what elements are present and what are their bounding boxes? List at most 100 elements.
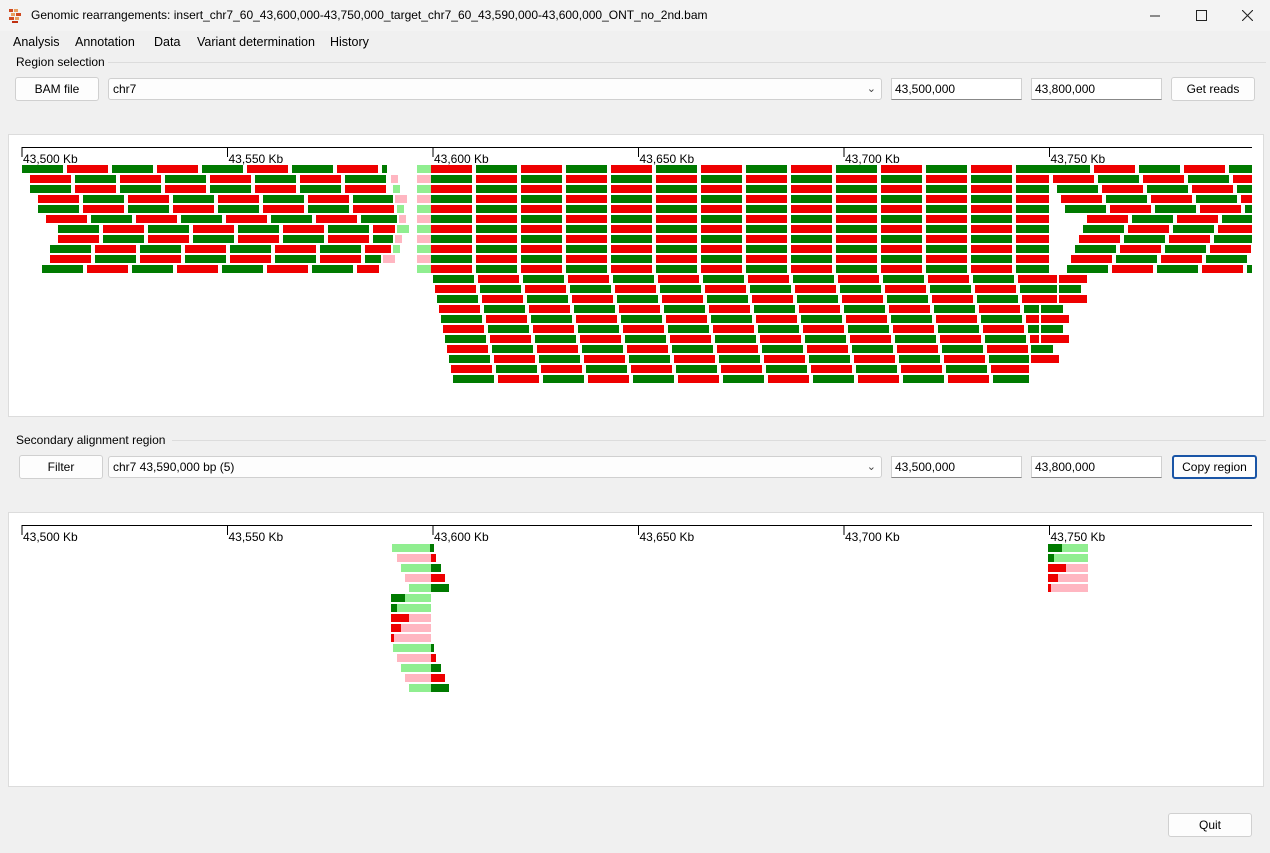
- secondary-region-value: chr7 43,590,000 bp (5): [113, 460, 235, 474]
- read: [361, 215, 397, 223]
- read: [488, 325, 529, 333]
- read: [854, 355, 895, 363]
- read: [701, 165, 742, 173]
- secondary-region-select[interactable]: chr7 43,590,000 bp (5) ⌄: [108, 456, 882, 478]
- read: [946, 365, 987, 373]
- read: [328, 225, 369, 233]
- read: [1173, 225, 1214, 233]
- secondary-reads-track: 43,500 Kb 43,550 Kb 43,600 Kb 43,650 Kb 43,7…: [21, 525, 1252, 692]
- read: [746, 165, 787, 173]
- read: [521, 235, 562, 243]
- end-field[interactable]: 43,800,000: [1031, 78, 1162, 100]
- read: [568, 275, 609, 283]
- read: [987, 345, 1028, 353]
- read: [492, 345, 533, 353]
- get-reads-button[interactable]: Get reads: [1171, 77, 1255, 101]
- read: [439, 305, 480, 313]
- read: [1184, 165, 1225, 173]
- read: [926, 215, 967, 223]
- read: [1124, 235, 1165, 243]
- read: [746, 255, 787, 263]
- read: [275, 255, 316, 263]
- read: [58, 225, 99, 233]
- read: [566, 255, 607, 263]
- filter-button[interactable]: Filter: [19, 455, 103, 479]
- clipped-read: [417, 235, 431, 243]
- secondary-read-part: [1048, 584, 1051, 592]
- read: [521, 205, 562, 213]
- read: [881, 215, 922, 223]
- copy-region-button[interactable]: Copy region: [1172, 455, 1257, 479]
- read: [312, 265, 353, 273]
- read: [791, 225, 832, 233]
- secondary-read-part: [397, 554, 431, 562]
- menu-analysis[interactable]: Analysis: [13, 35, 60, 49]
- close-icon[interactable]: [1224, 0, 1270, 31]
- menu-annotation[interactable]: Annotation: [75, 35, 135, 49]
- read: [613, 275, 654, 283]
- start-field[interactable]: 43,500,000: [891, 78, 1022, 100]
- read: [535, 335, 576, 343]
- read: [521, 265, 562, 273]
- read: [993, 375, 1029, 383]
- read: [476, 265, 517, 273]
- read: [120, 175, 161, 183]
- read: [30, 185, 71, 193]
- read: [836, 225, 877, 233]
- read: [623, 325, 664, 333]
- read: [938, 325, 979, 333]
- read: [717, 345, 758, 353]
- read: [1041, 315, 1069, 323]
- maximize-icon[interactable]: [1178, 0, 1224, 31]
- read: [1098, 175, 1139, 183]
- read: [1155, 205, 1196, 213]
- secondary-end-field[interactable]: 43,800,000: [1031, 456, 1162, 478]
- read: [476, 195, 517, 203]
- read: [881, 185, 922, 193]
- read: [971, 185, 1012, 193]
- bam-file-button[interactable]: BAM file: [15, 77, 99, 101]
- read: [611, 205, 652, 213]
- chevron-down-icon: ⌄: [866, 83, 876, 95]
- read: [148, 225, 189, 233]
- read: [836, 205, 877, 213]
- read: [255, 185, 296, 193]
- menu-bar: Analysis Annotation Data Variant determi…: [0, 31, 1270, 53]
- read: [836, 245, 877, 253]
- read: [275, 245, 316, 253]
- read: [899, 355, 940, 363]
- secondary-start-field[interactable]: 43,500,000: [891, 456, 1022, 478]
- secondary-read-part: [1048, 554, 1054, 562]
- read: [566, 175, 607, 183]
- secondary-read-part: [405, 574, 431, 582]
- read: [1241, 195, 1252, 203]
- menu-data[interactable]: Data: [154, 35, 180, 49]
- read: [431, 255, 472, 263]
- clipped-read: [417, 175, 431, 183]
- read: [431, 185, 472, 193]
- read: [850, 335, 891, 343]
- read: [897, 345, 938, 353]
- read: [185, 255, 226, 263]
- read: [746, 175, 787, 183]
- read: [525, 285, 566, 293]
- read: [30, 175, 71, 183]
- read: [50, 245, 91, 253]
- read: [809, 355, 850, 363]
- chromosome-select[interactable]: chr7 ⌄: [108, 78, 882, 100]
- minimize-icon[interactable]: [1132, 0, 1178, 31]
- read: [136, 215, 177, 223]
- menu-history[interactable]: History: [330, 35, 369, 49]
- secondary-read-part: [431, 554, 436, 562]
- read: [836, 215, 877, 223]
- group-divider: [172, 440, 1266, 441]
- read: [1041, 305, 1063, 313]
- menu-variant-determination[interactable]: Variant determination: [197, 35, 315, 49]
- read: [672, 345, 713, 353]
- quit-button[interactable]: Quit: [1168, 813, 1252, 837]
- read: [320, 255, 361, 263]
- read: [1245, 205, 1252, 213]
- read: [478, 275, 519, 283]
- secondary-read-part: [405, 594, 431, 602]
- read: [1031, 355, 1059, 363]
